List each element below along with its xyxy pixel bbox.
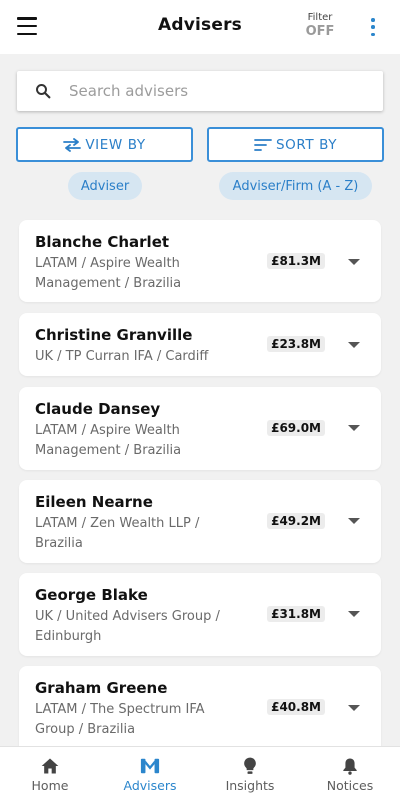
filter-label: Filter (307, 12, 333, 23)
app-header: Advisers Filter OFF (0, 0, 400, 54)
adviser-location-line: UK / United Advisers Group / (35, 609, 220, 624)
expand-chevron-icon[interactable] (348, 518, 360, 524)
filter-value: OFF (305, 24, 335, 39)
expand-chevron-icon[interactable] (348, 705, 360, 711)
adviser-location: LATAM / Aspire Wealth Management / Brazi… (35, 421, 245, 461)
swap-arrows-icon (63, 137, 82, 152)
nav-label: Insights (225, 778, 275, 793)
nav-item-insights[interactable]: Insights (200, 747, 300, 800)
sort-by-chip[interactable]: Adviser/Firm (A - Z) (219, 172, 372, 200)
advisers-icon (140, 758, 160, 774)
search-icon (36, 84, 51, 99)
adviser-name: Graham Greene (35, 679, 168, 697)
sort-by-button[interactable]: SORT BY (207, 127, 384, 162)
sort-by-label: SORT BY (275, 136, 338, 153)
aum-badge: £31.8M (267, 606, 325, 622)
aum-badge: £23.8M (267, 336, 325, 352)
adviser-location-line: Edinburgh (35, 629, 102, 644)
adviser-name: Christine Granville (35, 326, 193, 344)
nav-item-home[interactable]: Home (0, 747, 100, 800)
adviser-card[interactable]: Graham Greene LATAM / The Spectrum IFA G… (19, 666, 381, 756)
adviser-location-line: Group / Brazilia (35, 722, 136, 737)
adviser-card[interactable]: Blanche Charlet LATAM / Aspire Wealth Ma… (19, 220, 381, 302)
expand-chevron-icon[interactable] (348, 342, 360, 348)
adviser-location-line: LATAM / Zen Wealth LLP / (35, 516, 200, 531)
nav-label: Advisers (123, 778, 177, 793)
nav-item-notices[interactable]: Notices (300, 747, 400, 800)
view-by-button[interactable]: VIEW BY (16, 127, 193, 162)
adviser-location-line: Management / Brazilia (35, 443, 182, 458)
aum-badge: £49.2M (267, 513, 325, 529)
bottom-navigation: Home Advisers Insights Notices (0, 746, 400, 800)
page-title: Advisers (158, 15, 242, 35)
search-bar (17, 71, 383, 111)
nav-label: Home (31, 778, 69, 793)
adviser-name: Eileen Nearne (35, 493, 153, 511)
adviser-card[interactable]: Christine Granville UK / TP Curran IFA /… (19, 313, 381, 376)
adviser-location: UK / United Advisers Group / Edinburgh (35, 607, 245, 647)
filter-toggle[interactable]: Filter OFF (300, 12, 340, 39)
expand-chevron-icon[interactable] (348, 611, 360, 617)
adviser-location: LATAM / Aspire Wealth Management / Brazi… (35, 254, 245, 294)
adviser-location: LATAM / The Spectrum IFA Group / Brazili… (35, 700, 245, 740)
adviser-card[interactable]: Claude Dansey LATAM / Aspire Wealth Mana… (19, 387, 381, 470)
adviser-card[interactable]: George Blake UK / United Advisers Group … (19, 573, 381, 656)
home-icon (41, 758, 59, 774)
sort-lines-icon (254, 138, 272, 151)
adviser-location-line: Brazilia (35, 536, 83, 551)
adviser-location-line: LATAM / Aspire Wealth (35, 256, 180, 271)
search-input[interactable] (69, 82, 349, 100)
view-by-label: VIEW BY (85, 136, 146, 153)
adviser-location: LATAM / Zen Wealth LLP / Brazilia (35, 514, 245, 554)
adviser-card[interactable]: Eileen Nearne LATAM / Zen Wealth LLP / B… (19, 480, 381, 563)
adviser-name: Blanche Charlet (35, 233, 170, 251)
expand-chevron-icon[interactable] (348, 425, 360, 431)
aum-badge: £69.0M (267, 420, 325, 436)
nav-item-advisers[interactable]: Advisers (100, 747, 200, 800)
bell-icon (343, 758, 357, 775)
adviser-name: Claude Dansey (35, 400, 161, 418)
aum-badge: £81.3M (267, 253, 325, 269)
adviser-name: George Blake (35, 586, 148, 604)
expand-chevron-icon[interactable] (348, 259, 360, 265)
aum-badge: £40.8M (267, 699, 325, 715)
nav-label: Notices (326, 778, 374, 793)
adviser-location-line: Management / Brazilia (35, 276, 182, 291)
more-options-icon[interactable] (369, 18, 377, 36)
adviser-location-line: LATAM / The Spectrum IFA (35, 702, 205, 717)
view-by-chip[interactable]: Adviser (68, 172, 142, 200)
adviser-location-line: LATAM / Aspire Wealth (35, 423, 180, 438)
lightbulb-icon (244, 757, 256, 774)
